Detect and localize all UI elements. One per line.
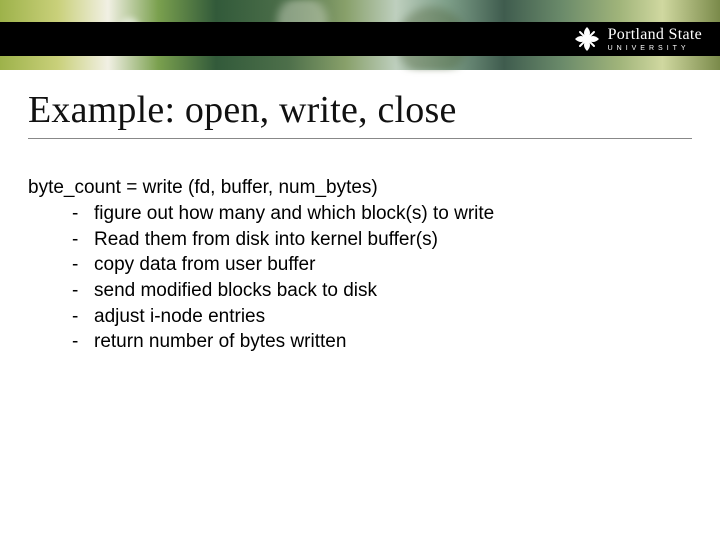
list-item: copy data from user buffer xyxy=(94,252,692,278)
psu-logo: Portland State UNIVERSITY xyxy=(574,26,702,52)
brand-subtitle: UNIVERSITY xyxy=(608,45,702,52)
list-item: figure out how many and which block(s) t… xyxy=(94,201,692,227)
bullet-list: figure out how many and which block(s) t… xyxy=(28,201,692,355)
psu-text: Portland State UNIVERSITY xyxy=(608,27,702,52)
slide-title: Example: open, write, close xyxy=(28,88,692,139)
list-item: return number of bytes written xyxy=(94,329,692,355)
list-item: Read them from disk into kernel buffer(s… xyxy=(94,227,692,253)
header-banner: Portland State UNIVERSITY xyxy=(0,0,720,70)
header-stripe: Portland State UNIVERSITY xyxy=(0,22,720,56)
list-item: send modified blocks back to disk xyxy=(94,278,692,304)
brand-name: Portland State xyxy=(608,27,702,43)
code-line: byte_count = write (fd, buffer, num_byte… xyxy=(28,177,692,199)
list-item: adjust i-node entries xyxy=(94,304,692,330)
slide-content: Example: open, write, close byte_count =… xyxy=(0,70,720,355)
psu-mark-icon xyxy=(574,26,600,52)
